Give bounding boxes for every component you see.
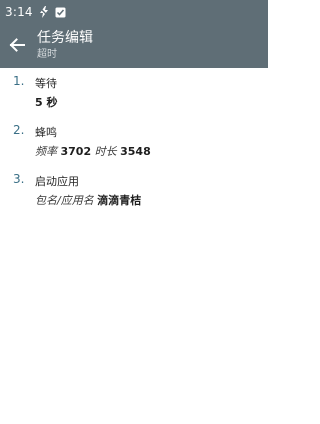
page-title: 任务编辑 bbox=[37, 30, 93, 46]
frequency-label: 频率 bbox=[35, 145, 57, 158]
step-name: 蜂鸣 bbox=[35, 126, 57, 139]
frequency-value: 3702 bbox=[60, 145, 92, 158]
step-number: 3. bbox=[13, 172, 25, 186]
step-number: 1. bbox=[13, 74, 25, 88]
step-list: 1. 等待 5 秒 2. 蜂鸣 频率 3702 时长 3548 3. 启动应用 … bbox=[0, 68, 268, 215]
status-time: 3:14 bbox=[5, 5, 33, 19]
step-number: 2. bbox=[13, 123, 25, 137]
duration-value: 3548 bbox=[120, 145, 151, 158]
step-detail: 包名/应用名 滴滴青桔 bbox=[35, 192, 141, 208]
step-name: 启动应用 bbox=[35, 175, 79, 188]
package-label: 包名/应用名 bbox=[35, 194, 94, 207]
step-item-beep[interactable]: 2. 蜂鸣 频率 3702 时长 3548 bbox=[0, 117, 268, 166]
notification-check-icon bbox=[55, 7, 66, 18]
status-bar: 3:14 bbox=[0, 0, 268, 24]
package-value: 滴滴青桔 bbox=[97, 194, 142, 207]
step-item-launch-app[interactable]: 3. 启动应用 包名/应用名 滴滴青桔 bbox=[0, 166, 268, 215]
page-subtitle: 超时 bbox=[37, 49, 57, 60]
duration-label: 时长 bbox=[94, 145, 117, 158]
app-bar: 任务编辑 超时 bbox=[0, 24, 268, 68]
step-detail: 5 秒 bbox=[35, 94, 57, 110]
step-detail: 频率 3702 时长 3548 bbox=[35, 143, 151, 159]
step-name: 等待 bbox=[35, 77, 57, 90]
flash-off-icon bbox=[38, 6, 49, 18]
step-item-wait[interactable]: 1. 等待 5 秒 bbox=[0, 68, 268, 117]
back-arrow-icon[interactable] bbox=[7, 35, 27, 55]
wait-duration: 5 秒 bbox=[35, 96, 58, 109]
